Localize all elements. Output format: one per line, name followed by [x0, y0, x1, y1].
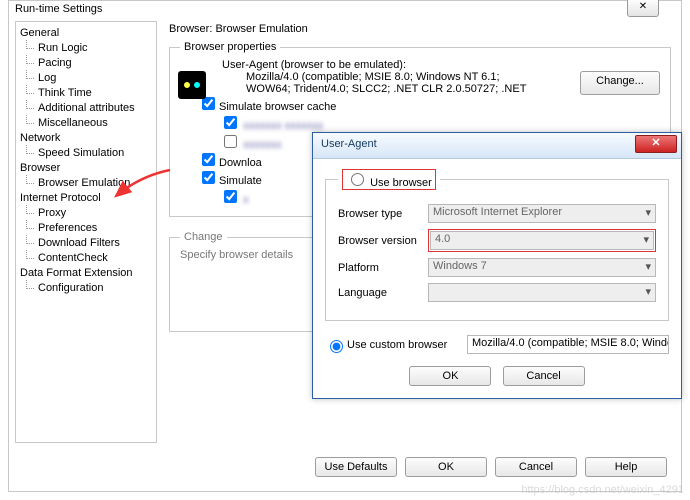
tree-contentcheck[interactable]: ContentCheck	[18, 251, 154, 266]
tree-general[interactable]: General	[18, 26, 154, 41]
browser-properties-legend: Browser properties	[180, 41, 280, 53]
tree-network[interactable]: Network	[18, 131, 154, 146]
ua-value-line1: Mozilla/4.0 (compatible; MSIE 8.0; Windo…	[246, 71, 580, 83]
lbl-use-custom: Use custom browser	[347, 339, 467, 351]
lbl-browser-version: Browser version	[338, 235, 428, 247]
use-defaults-button[interactable]: Use Defaults	[315, 457, 397, 477]
tree-browser[interactable]: Browser	[18, 161, 154, 176]
ok-button[interactable]: OK	[405, 457, 487, 477]
tree-data-format-extension[interactable]: Data Format Extension	[18, 266, 154, 281]
radio-use-custom[interactable]	[330, 340, 343, 353]
pane-heading: Browser: Browser Emulation	[169, 21, 671, 41]
change-legend: Change	[180, 231, 227, 243]
tree-additional-attributes[interactable]: Additional attributes	[18, 101, 154, 116]
chk-simulate-sub[interactable]	[224, 190, 237, 203]
tree-configuration[interactable]: Configuration	[18, 281, 154, 296]
dialog-close-button[interactable]: ✕	[635, 135, 677, 153]
cancel-button[interactable]: Cancel	[495, 457, 577, 477]
tree-preferences[interactable]: Preferences	[18, 221, 154, 236]
chk-sim-cache[interactable]	[202, 97, 215, 110]
tree-pacing[interactable]: Pacing	[18, 56, 154, 71]
chk-cache-sub2[interactable]	[224, 135, 237, 148]
custom-ua-field[interactable]: Mozilla/4.0 (compatible; MSIE 8.0; Windo…	[467, 335, 669, 354]
change-button[interactable]: Change...	[580, 71, 660, 95]
tree-browser-emulation[interactable]: Browser Emulation	[18, 176, 154, 191]
chk-simulate[interactable]	[202, 171, 215, 184]
dialog-title: User-Agent ✕	[313, 133, 681, 159]
chk-download[interactable]	[202, 153, 215, 166]
tree-proxy[interactable]: Proxy	[18, 206, 154, 221]
ua-value-line2: WOW64; Trident/4.0; SLCC2; .NET CLR 2.0.…	[246, 83, 580, 95]
lbl-platform: Platform	[338, 262, 428, 274]
dialog-cancel-button[interactable]: Cancel	[503, 366, 585, 386]
help-button[interactable]: Help	[585, 457, 667, 477]
lbl-browser-type: Browser type	[338, 208, 428, 220]
sel-browser-version[interactable]: 4.0	[430, 231, 654, 250]
dialog-ok-button[interactable]: OK	[409, 366, 491, 386]
tree-log[interactable]: Log	[18, 71, 154, 86]
watermark-text: https://blog.csdn.net/weixin_4291	[521, 484, 684, 496]
tree-download-filters[interactable]: Download Filters	[18, 236, 154, 251]
window-title: Run-time Settings	[9, 1, 681, 21]
sel-platform[interactable]: Windows 7	[428, 258, 656, 277]
sel-language[interactable]	[428, 283, 656, 302]
chk-cache-sub1[interactable]	[224, 116, 237, 129]
use-browser-group: Use browser Browser typeMicrosoft Intern…	[325, 169, 669, 321]
nav-tree: General Run Logic Pacing Log Think Time …	[15, 21, 157, 443]
tree-internet-protocol[interactable]: Internet Protocol	[18, 191, 154, 206]
user-agent-dialog: User-Agent ✕ Use browser Browser typeMic…	[312, 132, 682, 399]
ua-label: User-Agent (browser to be emulated):	[180, 59, 660, 71]
tree-miscellaneous[interactable]: Miscellaneous	[18, 116, 154, 131]
tree-think-time[interactable]: Think Time	[18, 86, 154, 101]
sel-browser-type[interactable]: Microsoft Internet Explorer	[428, 204, 656, 223]
lbl-language: Language	[338, 287, 428, 299]
radio-use-browser[interactable]	[351, 173, 364, 186]
tree-speed-simulation[interactable]: Speed Simulation	[18, 146, 154, 161]
bottom-button-row: Use Defaults OK Cancel Help	[315, 457, 667, 477]
window-close-button[interactable]: ✕	[627, 0, 659, 17]
tree-run-logic[interactable]: Run Logic	[18, 41, 154, 56]
user-agent-icon	[178, 71, 206, 99]
